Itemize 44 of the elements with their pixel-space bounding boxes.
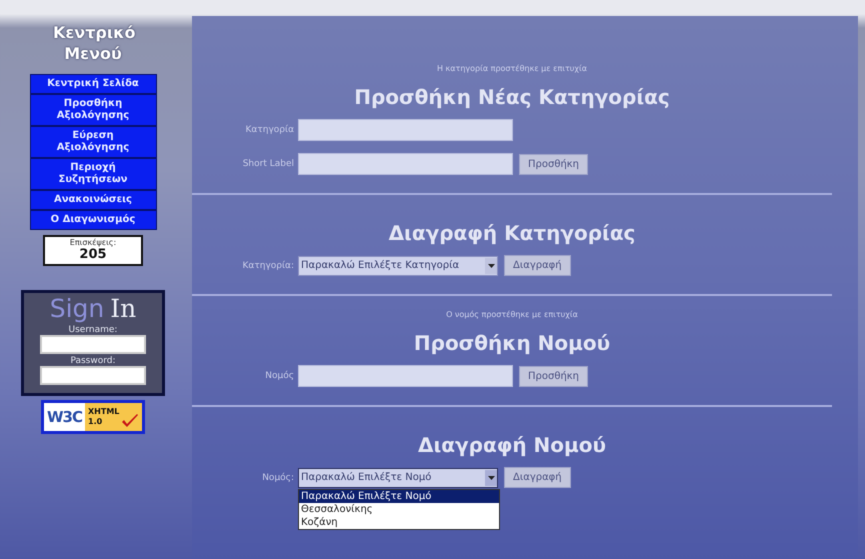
action-button[interactable]: Διαγραφή [504,467,571,488]
dropdown-option[interactable]: Κοζάνη [299,516,499,528]
badge-text: W3C [44,403,85,431]
sign-in-title: In [110,295,136,323]
success-message: Η κατηγορία προστέθηκε με επιτυχία [436,64,588,73]
section-heading: Προσθήκη Νομού [412,331,612,355]
success-message: Ο νομός προστέθηκε με επιτυχία [445,310,579,319]
username-field[interactable] [40,335,146,354]
checkmark-icon [121,414,139,428]
menu-item[interactable]: Εύρεση Αξιολόγησης [30,126,156,158]
caret-icon [488,264,494,268]
field-label: Short Label [242,159,294,169]
field-label: Νομός: [261,472,294,482]
counter-value: 205 [79,247,107,262]
sign-in-title: Sign [50,295,104,323]
password-field[interactable] [40,366,146,385]
text-field[interactable] [298,365,513,387]
dropdown[interactable]: Παρακαλώ Επιλέξτε Νομό [298,468,498,488]
menu-item[interactable]: Ανακοινώσεις [30,190,156,210]
section-heading: Διαγραφή Κατηγορίας [388,221,636,245]
field-label: Κατηγορία: [241,260,294,270]
action-button[interactable]: Προσθήκη [519,366,588,386]
badge-text: XHTML [88,407,120,417]
menu-item[interactable]: Περιοχή Συζητήσεων [30,158,156,190]
action-button[interactable]: Προσθήκη [519,154,588,174]
text-field[interactable] [298,119,513,141]
field-label: Νομός [264,371,294,381]
text-field[interactable] [298,153,513,175]
section-heading: Διαγραφή Νομού [417,433,607,457]
menu-item[interactable]: Ο Διαγωνισμός [30,210,156,230]
dropdown-option[interactable]: Θεσσαλονίκης [299,502,499,516]
section-heading: Προσθήκη Νέας Κατηγορίας [353,85,671,109]
menu-item[interactable]: Προσθήκη Αξιολόγησης [30,94,156,126]
field-label: Κατηγορία [244,125,294,135]
password-label: Password: [70,356,116,366]
caret-icon [488,476,494,480]
dropdown-option[interactable]: Παρακαλώ Επιλέξτε Νομό [299,490,499,502]
counter-label: Επισκέψεις: [70,238,116,247]
menu-item[interactable]: Κεντρική Σελίδα [30,74,156,94]
menu-title: Κεντρικό Μενού [53,22,133,64]
username-label: Username: [68,325,118,335]
badge-text: 1.0 [88,417,102,427]
dropdown[interactable]: Παρακαλώ Επιλέξτε Κατηγορία [298,256,498,276]
action-button[interactable]: Διαγραφή [504,255,571,276]
